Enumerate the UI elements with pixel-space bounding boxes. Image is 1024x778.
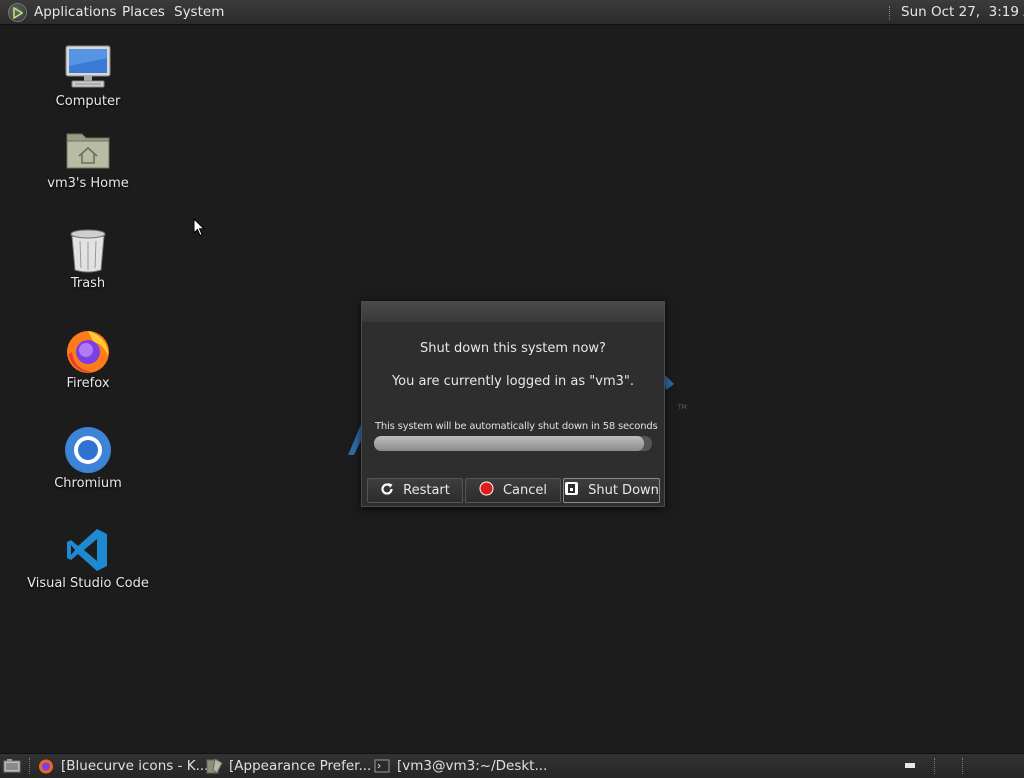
svg-text:TM: TM <box>677 404 687 411</box>
shut-down-button[interactable]: Shut Down <box>563 478 660 503</box>
menu-system[interactable]: System <box>174 4 224 20</box>
progress-fill <box>374 436 644 451</box>
countdown-text: This system will be automatically shut d… <box>375 421 658 432</box>
menu-places[interactable]: Places <box>122 4 165 20</box>
logged-in-message: You are currently logged in as "vm3". <box>391 374 635 389</box>
desktop-icon-label: Chromium <box>54 476 122 491</box>
desktop-icon-vscode[interactable]: Visual Studio Code <box>23 526 153 591</box>
task-appearance-preferences[interactable]: [Appearance Prefer... <box>206 754 371 778</box>
appearance-icon <box>206 758 223 774</box>
desktop-icon-firefox[interactable]: Firefox <box>23 326 153 391</box>
firefox-icon <box>64 326 112 374</box>
shutdown-question: Shut down this system now? <box>420 341 606 356</box>
taskbar-separator <box>29 758 32 774</box>
desktop-icon-trash[interactable]: Trash <box>23 226 153 291</box>
desktop-icon-home[interactable]: vm3's Home <box>23 126 153 191</box>
menu-applications[interactable]: Applications <box>34 4 116 20</box>
workspace-switcher[interactable] <box>903 754 926 778</box>
desktop-icon-label: Visual Studio Code <box>27 576 149 591</box>
terminal-icon <box>374 758 390 774</box>
mouse-cursor-icon <box>193 218 205 237</box>
main-menu-logo-icon[interactable] <box>8 3 27 22</box>
taskbar-separator <box>962 758 965 774</box>
countdown-progress-bar <box>374 436 652 451</box>
bottom-taskbar: [Bluecurve icons - K... [Appearance Pref… <box>0 753 1024 778</box>
task-label: [Appearance Prefer... <box>229 758 372 774</box>
computer-icon <box>64 44 112 92</box>
shut-down-label: Shut Down <box>588 483 659 498</box>
task-firefox[interactable]: [Bluecurve icons - K... <box>38 754 208 778</box>
desktop-icon-computer[interactable]: Computer <box>23 44 153 109</box>
desktop-icon-label: Trash <box>70 276 106 291</box>
cancel-button[interactable]: Cancel <box>465 478 561 503</box>
restart-label: Restart <box>403 483 450 498</box>
desktop-icon-label: Computer <box>55 94 121 109</box>
workspace-icon <box>903 758 919 774</box>
task-terminal[interactable]: [vm3@vm3:~/Deskt... <box>374 754 547 778</box>
taskbar-separator <box>934 758 937 774</box>
home-folder-icon <box>64 126 112 174</box>
dialog-titlebar[interactable] <box>362 302 664 322</box>
firefox-icon <box>38 758 54 774</box>
task-label: [Bluecurve icons - K... <box>61 758 209 774</box>
desktop-icon-label: Firefox <box>66 376 110 391</box>
trash-icon <box>64 226 112 274</box>
top-panel: Applications Places System Sun Oct 27, 3… <box>0 0 1024 25</box>
chromium-icon <box>64 426 112 474</box>
show-desktop-button[interactable] <box>3 754 26 778</box>
panel-separator <box>889 6 892 20</box>
task-label: [vm3@vm3:~/Deskt... <box>397 758 548 774</box>
restart-button[interactable]: Restart <box>367 478 463 503</box>
restart-icon <box>380 482 394 500</box>
cancel-label: Cancel <box>502 483 548 498</box>
clock[interactable]: Sun Oct 27, 3:19 AM <box>901 4 1024 20</box>
show-desktop-icon <box>3 758 21 774</box>
shutdown-dialog: Shut down this system now? You are curre… <box>361 301 665 507</box>
desktop-icon-label: vm3's Home <box>47 176 129 191</box>
shut-down-icon <box>564 481 579 500</box>
desktop-icon-chromium[interactable]: Chromium <box>23 426 153 491</box>
vscode-icon <box>64 526 112 574</box>
cancel-icon <box>479 481 494 500</box>
